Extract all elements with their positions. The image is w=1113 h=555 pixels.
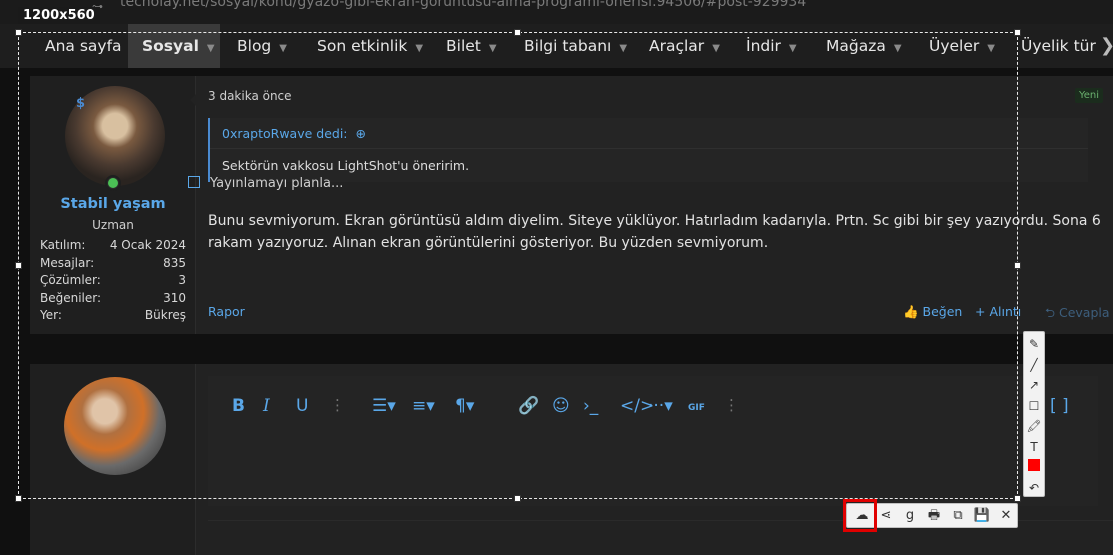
resize-handle[interactable] [15, 495, 22, 502]
marker-icon[interactable]: 🖍 [1024, 416, 1044, 436]
save-icon[interactable]: 💾 [971, 505, 993, 527]
resize-handle[interactable] [15, 29, 22, 36]
share-icon[interactable]: ⋖ [875, 505, 897, 527]
bbcode-button[interactable]: [ ] [1050, 396, 1069, 416]
resize-handle[interactable] [1014, 262, 1021, 269]
nav-item-10[interactable]: Üyelik tür [1021, 24, 1096, 68]
rectangle-icon[interactable]: ☐ [1024, 396, 1044, 416]
line-icon[interactable]: ╱ [1024, 355, 1044, 375]
url-text[interactable]: techolay.net/sosyal/konu/gyazo-gibi-ekra… [120, 0, 806, 10]
resize-handle[interactable] [1014, 495, 1021, 502]
pen-icon[interactable]: ✎ [1024, 334, 1044, 354]
close-icon[interactable]: ✕ [995, 505, 1017, 527]
drawing-toolbar: ✎ ╱ ↗ ☐ 🖍 T ↶ [1023, 331, 1045, 497]
upload-highlight-box [843, 499, 877, 532]
browser-url-bar[interactable]: ⊶ techolay.net/sosyal/konu/gyazo-gibi-ek… [0, 0, 1113, 24]
resize-handle[interactable] [514, 29, 521, 36]
google-search-icon[interactable]: g [899, 505, 921, 527]
color-icon[interactable] [1024, 457, 1044, 477]
resize-handle[interactable] [1014, 29, 1021, 36]
undo-icon[interactable]: ↶ [1024, 478, 1044, 498]
nav-item-label: Üyelik tür [1021, 37, 1096, 55]
selection-size-label: 1200x560 [18, 7, 100, 24]
copy-icon[interactable]: ⧉ [947, 505, 969, 527]
capture-selection[interactable] [18, 32, 1018, 499]
reply-button[interactable]: ⮌ Cevapla [1045, 304, 1110, 325]
arrow-icon[interactable]: ↗ [1024, 375, 1044, 395]
print-icon[interactable]: 🖶 [923, 505, 945, 527]
new-badge: Yeni [1074, 88, 1103, 103]
text-icon[interactable]: T [1024, 437, 1044, 457]
resize-handle[interactable] [15, 262, 22, 269]
resize-handle[interactable] [514, 495, 521, 502]
nav-scroll-right-icon[interactable]: ❯ [1100, 24, 1113, 68]
